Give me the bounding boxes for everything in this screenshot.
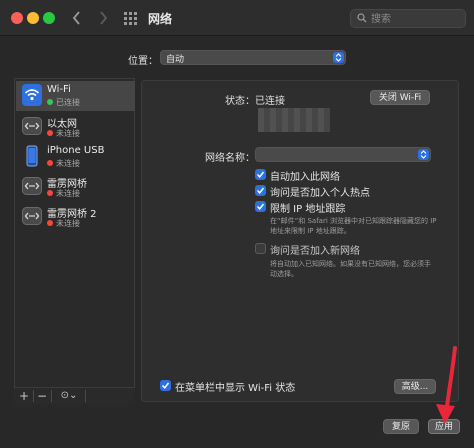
zoom-window-button[interactable]	[43, 12, 55, 24]
apply-button[interactable]: 应用	[428, 419, 460, 434]
service-status: 未连接	[56, 189, 80, 198]
search-field[interactable]	[350, 9, 466, 28]
ask-hotspot-label: 询问是否加入个人热点	[270, 188, 370, 199]
show-wifi-in-menubar-label: 在菜单栏中显示 Wi-Fi 状态	[175, 383, 296, 394]
service-item-iphone-usb[interactable]: iPhone USB 未连接	[16, 142, 135, 172]
add-service-button[interactable]: +	[16, 388, 32, 404]
ask-new-networks-checkbox[interactable]	[255, 243, 266, 254]
service-item-thunderbolt-bridge-2[interactable]: 雷雳网桥 2 未连接	[16, 202, 135, 232]
chevron-right-icon	[100, 11, 108, 25]
service-status: 未连接	[56, 129, 80, 138]
forward-button[interactable]	[94, 8, 112, 28]
service-name: Wi-Fi	[47, 84, 71, 95]
status-dot	[47, 99, 53, 105]
service-list: Wi-Fi 已连接 以太网 未连接 iPhone USB 未连接 雷雳网桥 未连…	[14, 78, 135, 404]
service-item-thunderbolt-bridge[interactable]: 雷雳网桥 未连接	[16, 172, 135, 202]
ip-tracking-note-line1: 在“邮件”和 Safari 浏览器中对已知跟踪器隐藏您的 IP	[270, 217, 437, 225]
advanced-button[interactable]: 高级...	[394, 379, 436, 394]
status-dot	[47, 130, 53, 136]
checkmark-icon	[161, 382, 170, 389]
service-item-ethernet[interactable]: 以太网 未连接	[16, 112, 135, 142]
location-label: 位置：	[128, 56, 158, 67]
checkmark-icon	[256, 203, 265, 210]
chevron-left-icon	[72, 11, 80, 25]
checkmark-icon	[256, 187, 265, 194]
search-input[interactable]	[371, 12, 461, 26]
status-dot	[47, 160, 53, 166]
service-item-wifi[interactable]: Wi-Fi 已连接	[16, 81, 135, 111]
service-status: 未连接	[56, 159, 80, 168]
location-select[interactable]: 自动	[160, 50, 346, 65]
show-wifi-in-menubar-checkbox[interactable]	[160, 380, 171, 391]
close-window-button[interactable]	[11, 12, 23, 24]
limit-ip-tracking-label: 限制 IP 地址跟踪	[270, 204, 346, 215]
ask-hotspot-checkbox[interactable]	[255, 185, 266, 196]
limit-ip-tracking-checkbox[interactable]	[255, 201, 266, 212]
checkmark-icon	[256, 171, 265, 178]
auto-join-label: 自动加入此网络	[270, 172, 340, 183]
service-name: iPhone USB	[47, 145, 105, 156]
status-label: 状态：	[225, 96, 255, 107]
service-list-toolbar: + − ⊙⌄	[14, 387, 135, 404]
turn-off-wifi-button[interactable]: 关闭 Wi-Fi	[370, 90, 430, 105]
network-preferences-window: 网络 位置： 自动 Wi-Fi 已连接 以太网 未连接	[0, 0, 474, 448]
location-value: 自动	[166, 55, 185, 65]
search-icon	[357, 13, 367, 23]
service-actions-menu-button[interactable]: ⊙⌄	[54, 388, 84, 404]
title-bar: 网络	[0, 0, 474, 36]
iphone-icon	[22, 145, 42, 167]
minimize-window-button[interactable]	[27, 12, 39, 24]
thunderbolt-bridge-icon	[22, 205, 42, 227]
ethernet-icon	[22, 115, 42, 137]
redacted-status-detail	[258, 108, 330, 132]
window-title: 网络	[148, 12, 173, 26]
network-name-label: 网络名称：	[205, 153, 255, 164]
ask-new-networks-label: 询问是否加入新网络	[270, 246, 360, 257]
chevron-updown-icon	[333, 52, 344, 63]
service-status: 已连接	[56, 98, 80, 107]
wifi-icon	[22, 84, 42, 106]
divider	[85, 390, 86, 402]
remove-service-button[interactable]: −	[34, 388, 50, 404]
thunderbolt-bridge-icon	[22, 175, 42, 197]
revert-button[interactable]: 复原	[383, 419, 419, 434]
show-all-grid-icon[interactable]	[124, 12, 137, 25]
ask-new-networks-note-line1: 将自动加入已知网络。如果没有已知网络，您必须手	[270, 260, 431, 268]
chevron-updown-icon	[418, 149, 429, 160]
network-name-select[interactable]	[255, 147, 431, 162]
back-button[interactable]	[68, 8, 86, 28]
divider	[51, 390, 52, 402]
status-dot	[47, 190, 53, 196]
ip-tracking-note-line2: 地址来限制 IP 地址跟踪。	[270, 227, 351, 235]
auto-join-checkbox[interactable]	[255, 169, 266, 180]
status-value: 已连接	[255, 96, 285, 107]
status-dot	[47, 220, 53, 226]
service-status: 未连接	[56, 219, 80, 228]
ask-new-networks-note-line2: 动选择。	[270, 270, 298, 278]
